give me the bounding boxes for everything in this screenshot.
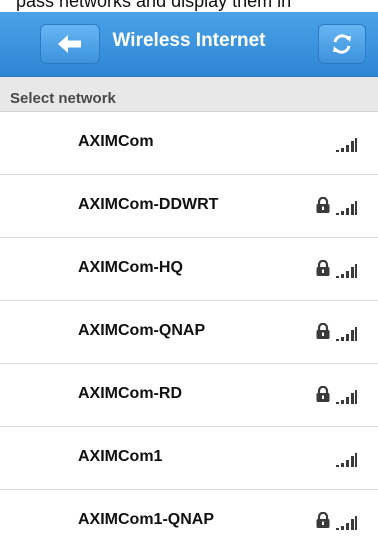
network-row[interactable]: AXIMCom1-QNAP <box>0 490 378 545</box>
background-caption-text: pass networks and display them in <box>16 0 292 11</box>
signal-icon <box>336 201 358 220</box>
section-title: Select network <box>10 90 116 107</box>
background-caption: pass networks and display them in <box>0 0 378 12</box>
network-row[interactable]: AXIMCom <box>0 112 378 175</box>
network-name: AXIMCom1-QNAP <box>78 511 215 528</box>
network-name: AXIMCom <box>78 133 154 150</box>
lock-icon <box>315 322 331 344</box>
network-name: AXIMCom-HQ <box>78 259 183 276</box>
wireless-screen: pass networks and display them in Wirele… <box>0 0 378 545</box>
signal-icon <box>336 453 358 472</box>
signal-icon <box>336 390 358 409</box>
signal-icon <box>336 264 358 283</box>
lock-icon <box>315 511 331 533</box>
network-name: AXIMCom1 <box>78 448 163 465</box>
lock-icon <box>315 385 331 407</box>
signal-icon <box>336 138 358 157</box>
lock-icon <box>315 196 331 218</box>
refresh-icon <box>333 34 351 54</box>
network-row[interactable]: AXIMCom-DDWRT <box>0 175 378 238</box>
signal-icon <box>336 516 358 535</box>
navigation-bar: Wireless Internet <box>0 12 378 77</box>
refresh-button[interactable] <box>318 24 366 64</box>
network-list: AXIMCom AXIMCom-DDWRT AXIMCom-HQ AXIMCom-QN… <box>0 112 378 545</box>
network-row[interactable]: AXIMCom-QNAP <box>0 301 378 364</box>
network-row[interactable]: AXIMCom-HQ <box>0 238 378 301</box>
network-row[interactable]: AXIMCom-RD <box>0 364 378 427</box>
signal-icon <box>336 327 358 346</box>
network-row[interactable]: AXIMCom1 <box>0 427 378 490</box>
section-header: Select network <box>0 77 378 112</box>
network-name: AXIMCom-RD <box>78 385 182 402</box>
network-name: AXIMCom-QNAP <box>78 322 206 339</box>
network-name: AXIMCom-DDWRT <box>78 196 219 213</box>
lock-icon <box>315 259 331 281</box>
